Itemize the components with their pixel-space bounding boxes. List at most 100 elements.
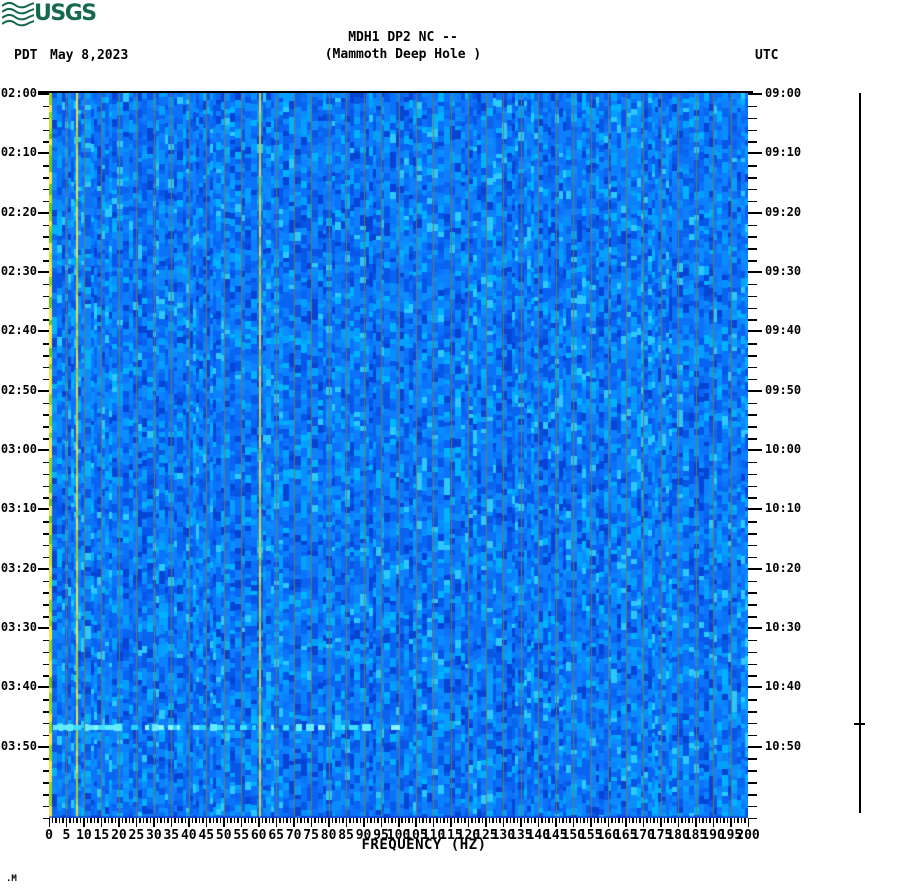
right-minor-tick xyxy=(748,130,757,132)
freq-major-tick xyxy=(328,818,330,827)
right-minor-tick xyxy=(748,355,757,357)
right-minor-tick xyxy=(748,652,757,654)
right-time-label: 10:00 xyxy=(765,443,801,455)
freq-minor-tick xyxy=(97,818,99,823)
right-time-label: 10:40 xyxy=(765,680,801,692)
freq-minor-tick xyxy=(62,818,64,823)
right-minor-tick xyxy=(748,545,757,547)
left-major-tick xyxy=(38,93,49,95)
right-major-tick xyxy=(748,508,762,510)
left-minor-tick xyxy=(43,189,49,191)
freq-minor-tick xyxy=(405,818,407,823)
freq-minor-tick xyxy=(447,818,449,823)
freq-minor-tick xyxy=(688,818,690,823)
freq-minor-tick xyxy=(657,818,659,823)
left-minor-tick xyxy=(43,284,49,286)
left-minor-tick xyxy=(43,426,49,428)
freq-tick-label: 65 xyxy=(268,829,284,842)
freq-minor-tick xyxy=(744,818,746,823)
freq-minor-tick xyxy=(597,818,599,823)
freq-minor-tick xyxy=(723,818,725,823)
right-minor-tick xyxy=(748,118,757,120)
freq-minor-tick xyxy=(716,818,718,823)
freq-minor-tick xyxy=(667,818,669,823)
right-minor-tick xyxy=(748,723,757,725)
spectrogram-page: USGS PDT May 8,2023 MDH1 DP2 NC -- (Mamm… xyxy=(0,0,902,892)
freq-minor-tick xyxy=(702,818,704,823)
freq-minor-tick xyxy=(576,818,578,823)
freq-major-tick xyxy=(503,818,505,827)
freq-minor-tick xyxy=(510,818,512,823)
left-minor-tick xyxy=(43,806,49,808)
freq-minor-tick xyxy=(562,818,564,823)
freq-tick-label: 70 xyxy=(286,829,302,842)
right-minor-tick xyxy=(748,236,757,238)
freq-major-tick xyxy=(276,818,278,827)
freq-minor-tick xyxy=(125,818,127,823)
freq-minor-tick xyxy=(76,818,78,823)
freq-minor-tick xyxy=(513,818,515,823)
freq-minor-tick xyxy=(94,818,96,823)
left-minor-tick xyxy=(43,533,49,535)
freq-minor-tick xyxy=(741,818,743,823)
right-minor-tick xyxy=(748,177,757,179)
freq-minor-tick xyxy=(122,818,124,823)
freq-minor-tick xyxy=(115,818,117,823)
freq-minor-tick xyxy=(412,818,414,823)
left-minor-tick xyxy=(43,177,49,179)
freq-minor-tick xyxy=(395,818,397,823)
right-minor-tick xyxy=(748,758,757,760)
freq-minor-tick xyxy=(356,818,358,823)
left-minor-tick xyxy=(43,414,49,416)
freq-minor-tick xyxy=(471,818,473,823)
left-minor-tick xyxy=(43,486,49,488)
freq-minor-tick xyxy=(419,818,421,823)
freq-major-tick xyxy=(555,818,557,827)
right-time-label: 10:10 xyxy=(765,502,801,514)
station-title: MDH1 DP2 NC -- xyxy=(348,31,458,44)
left-minor-tick xyxy=(43,592,49,594)
freq-minor-tick xyxy=(681,818,683,823)
left-minor-tick xyxy=(43,319,49,321)
freq-major-tick xyxy=(433,818,435,827)
freq-minor-tick xyxy=(234,818,236,823)
freq-minor-tick xyxy=(307,818,309,823)
freq-minor-tick xyxy=(615,818,617,823)
plot-top-border xyxy=(38,91,753,93)
left-minor-tick xyxy=(43,521,49,523)
right-minor-tick xyxy=(748,426,757,428)
freq-minor-tick xyxy=(90,818,92,823)
left-time-label: 03:30 xyxy=(0,621,37,633)
freq-minor-tick xyxy=(559,818,561,823)
timezone-right-label: UTC xyxy=(755,49,778,62)
freq-minor-tick xyxy=(129,818,131,823)
freq-minor-tick xyxy=(73,818,75,823)
freq-minor-tick xyxy=(244,818,246,823)
right-minor-tick xyxy=(748,438,757,440)
left-major-tick xyxy=(38,212,49,214)
right-minor-tick xyxy=(748,675,757,677)
right-major-tick xyxy=(748,212,762,214)
freq-minor-tick xyxy=(164,818,166,823)
freq-minor-tick xyxy=(195,818,197,823)
freq-major-tick xyxy=(625,818,627,827)
freq-tick-label: 35 xyxy=(163,829,179,842)
left-minor-tick xyxy=(43,474,49,476)
left-minor-tick xyxy=(43,581,49,583)
freq-minor-tick xyxy=(506,818,508,823)
freq-minor-tick xyxy=(583,818,585,823)
freq-minor-tick xyxy=(216,818,218,823)
freq-minor-tick xyxy=(482,818,484,823)
right-minor-tick xyxy=(748,770,757,772)
left-minor-tick xyxy=(43,604,49,606)
freq-minor-tick xyxy=(262,818,264,823)
freq-minor-tick xyxy=(335,818,337,823)
right-minor-tick xyxy=(748,794,757,796)
freq-major-tick xyxy=(660,818,662,827)
left-time-label: 02:20 xyxy=(0,206,37,218)
freq-minor-tick xyxy=(636,818,638,823)
freq-minor-tick xyxy=(671,818,673,823)
freq-major-tick xyxy=(346,818,348,827)
right-minor-tick xyxy=(748,414,757,416)
right-minor-tick xyxy=(748,225,757,227)
